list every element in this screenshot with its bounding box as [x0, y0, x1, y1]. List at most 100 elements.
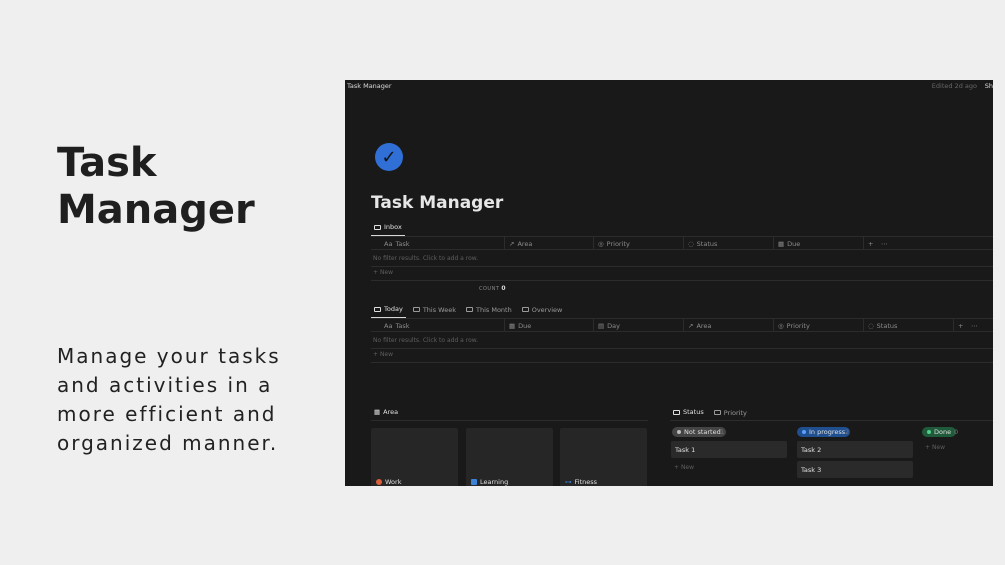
col-priority[interactable]: ◎ Priority — [598, 240, 630, 248]
table-icon — [521, 307, 529, 312]
board-new-label: New — [931, 444, 946, 451]
task-card[interactable]: Task 3 — [797, 461, 913, 478]
more-icon: ⋯ — [881, 240, 888, 248]
board-new-row[interactable]: + New — [674, 464, 694, 471]
status-icon: ◌ — [688, 240, 694, 248]
more-icon: ⋯ — [971, 322, 978, 330]
col-status[interactable]: ◌ Status — [868, 322, 897, 330]
col-task-label: Task — [395, 240, 410, 248]
tab-inbox[interactable]: Inbox — [371, 221, 405, 236]
tab-today[interactable]: Today — [371, 303, 406, 318]
book-icon — [471, 479, 477, 485]
gallery-card-label: Work — [385, 478, 402, 486]
status-dot — [927, 430, 931, 434]
group-count: 0 — [954, 428, 959, 436]
board-new-label: New — [680, 464, 695, 471]
col-due[interactable]: ▦ Due — [778, 240, 800, 248]
tab-this-month[interactable]: This Month — [463, 303, 515, 318]
table-icon — [412, 307, 420, 312]
group-count: 1 — [720, 428, 725, 436]
window-title[interactable]: Task Manager — [347, 82, 392, 90]
tab-priority[interactable]: Priority — [711, 406, 750, 421]
tab-status-label: Status — [683, 408, 704, 416]
calendar-icon: ▦ — [509, 322, 516, 330]
table-icon — [374, 224, 381, 230]
app-screenshot: Task Manager Edited 2d ago Sh ✓ Task Man… — [345, 80, 993, 486]
group-in-progress[interactable]: In progress — [797, 427, 851, 437]
col-task-label: Task — [395, 322, 410, 330]
tab-this-week-label: This Week — [422, 305, 456, 314]
hero-subtitle: Manage your tasks and activities in a mo… — [57, 344, 281, 455]
col-day[interactable]: ▤ Day — [598, 322, 620, 330]
status-icon: ◌ — [868, 322, 874, 330]
status-dot — [802, 430, 806, 434]
priority-icon: ◎ — [598, 240, 604, 248]
inbox-new-row[interactable]: + New — [373, 269, 393, 276]
col-due[interactable]: ▦ Due — [509, 322, 531, 330]
group-done[interactable]: Done — [922, 427, 957, 437]
col-task[interactable]: Aa Task — [384, 322, 409, 330]
board-icon — [673, 409, 680, 415]
arrow-icon: ↗ — [509, 240, 515, 248]
share-button[interactable]: Sh — [985, 82, 993, 90]
table-icon — [465, 307, 473, 312]
tab-area[interactable]: ▦ Area — [371, 406, 402, 421]
dumbbell-icon: ⊶ — [565, 478, 572, 486]
today-new-label: New — [379, 351, 394, 358]
gallery-card-label: Learning — [480, 478, 509, 486]
group-not-started[interactable]: Not started — [672, 427, 726, 437]
count-label: COUNT — [479, 286, 500, 292]
board-new-row[interactable]: + New — [925, 444, 945, 451]
gallery-card-fitness[interactable]: ⊶ Fitness — [560, 428, 647, 486]
tab-inbox-label: Inbox — [384, 223, 402, 231]
col-status-label: Status — [876, 322, 898, 330]
checkmark-icon: ✓ — [375, 143, 403, 171]
plus-icon: + — [373, 351, 380, 358]
plus-icon: + — [925, 444, 932, 451]
text-icon: Aa — [384, 322, 393, 330]
table-icon — [374, 306, 381, 312]
plus-icon: + — [674, 464, 681, 471]
col-due-label: Due — [787, 240, 801, 248]
col-area[interactable]: ↗ Area — [688, 322, 711, 330]
col-area-label: Area — [517, 240, 533, 248]
tab-this-week[interactable]: This Week — [410, 303, 459, 318]
task-card[interactable]: Task 2 — [797, 441, 913, 458]
status-dot — [677, 430, 681, 434]
add-column-button[interactable]: + — [958, 322, 963, 330]
col-priority[interactable]: ◎ Priority — [778, 322, 810, 330]
tab-this-month-label: This Month — [475, 305, 512, 314]
col-priority-label: Priority — [606, 240, 630, 248]
today-tabs: Today This Week This Month Overview — [371, 303, 569, 318]
inbox-empty[interactable]: No filter results. Click to add a row. — [373, 255, 478, 262]
tab-overview-label: Overview — [531, 305, 563, 314]
col-priority-label: Priority — [786, 322, 810, 330]
gallery-card-learning[interactable]: Learning — [466, 428, 553, 486]
gallery-card-work[interactable]: Work — [371, 428, 458, 486]
group-label: Done — [934, 428, 952, 436]
task-card[interactable]: Task 1 — [671, 441, 787, 458]
today-new-row[interactable]: + New — [373, 351, 393, 358]
tab-status[interactable]: Status — [670, 406, 707, 421]
group-label: Not started — [684, 428, 721, 436]
more-button[interactable]: ⋯ — [881, 240, 888, 248]
tab-overview[interactable]: Overview — [519, 303, 566, 318]
gallery-card-label: Fitness — [574, 478, 598, 486]
col-task[interactable]: Aa Task — [384, 240, 409, 248]
more-button[interactable]: ⋯ — [971, 322, 978, 330]
hero-title: Task Manager — [57, 140, 255, 234]
inbox-header: Aa Task ↗ Area ◎ Priority ◌ Status ▦ Due + ⋯ — [371, 236, 993, 250]
hero-title-line2: Manager — [57, 187, 255, 233]
count-value: 0 — [501, 285, 507, 292]
arrow-icon: ↗ — [688, 322, 694, 330]
calendar-icon: ▦ — [778, 240, 785, 248]
col-status[interactable]: ◌ Status — [688, 240, 717, 248]
tab-priority-label: Priority — [723, 408, 747, 417]
today-empty[interactable]: No filter results. Click to add a row. — [373, 337, 478, 344]
gallery-tabs: ▦ Area — [371, 406, 405, 421]
today-header: Aa Task ▦ Due ▤ Day ↗ Area ◎ Priority ◌ Status… — [371, 318, 993, 332]
col-area[interactable]: ↗ Area — [509, 240, 532, 248]
add-column-button[interactable]: + — [868, 240, 873, 248]
col-status-label: Status — [696, 240, 718, 248]
priority-icon: ◎ — [778, 322, 784, 330]
